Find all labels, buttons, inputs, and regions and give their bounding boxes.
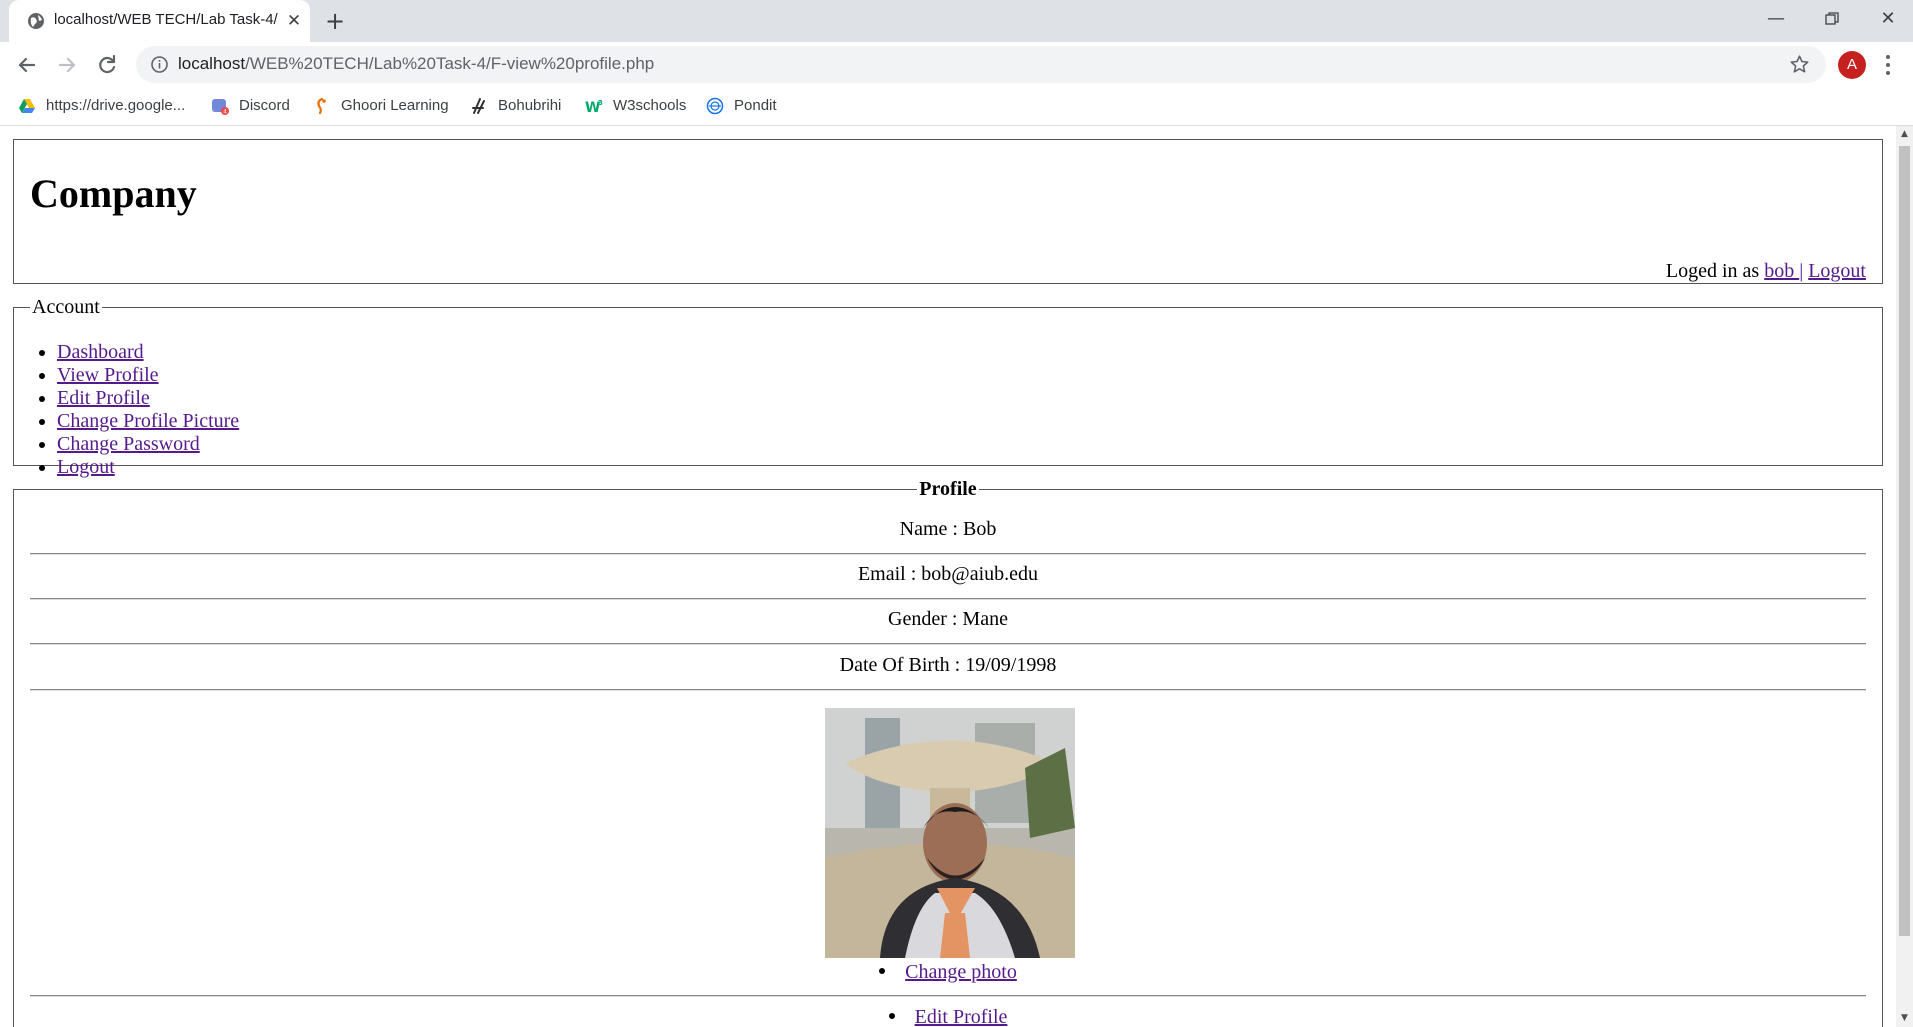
- info-icon[interactable]: [150, 55, 169, 74]
- forward-arrow-icon[interactable]: [53, 51, 81, 79]
- google-drive-icon: [19, 99, 35, 113]
- browser-tab[interactable]: localhost/WEB TECH/Lab Task-4/ ✕: [9, 0, 310, 42]
- discord-icon: 4: [212, 99, 229, 116]
- list-item: Logout: [57, 456, 239, 479]
- account-nav: Dashboard View Profile Edit Profile Chan…: [14, 341, 239, 479]
- divider: [30, 689, 1866, 691]
- list-item: Change Password: [57, 433, 239, 456]
- close-tab-icon[interactable]: ✕: [283, 10, 305, 32]
- change-photo-item: Change photo: [14, 961, 1882, 984]
- name-field: Name : Bob: [899, 518, 997, 540]
- profile-photo: [825, 708, 1075, 958]
- dashboard-link[interactable]: Dashboard: [57, 341, 144, 363]
- svg-text:3: 3: [598, 99, 603, 107]
- back-arrow-icon[interactable]: [13, 51, 41, 79]
- list-item: Change Profile Picture: [57, 410, 239, 433]
- list-item: View Profile: [57, 364, 239, 387]
- edit-profile-item: Edit Profile: [14, 1006, 1882, 1027]
- bookmark-bohubrihi[interactable]: Bohubrihi: [470, 94, 570, 118]
- list-item: Dashboard: [57, 341, 239, 364]
- profile-avatar[interactable]: A: [1838, 51, 1866, 79]
- ghoori-icon: [317, 97, 326, 115]
- email-field: Email : bob@aiub.edu: [857, 563, 1039, 585]
- bookmark-star-icon[interactable]: [1789, 54, 1810, 75]
- page-header: Company Loged in as bob | Logout: [13, 139, 1883, 284]
- scroll-thumb[interactable]: [1899, 146, 1910, 936]
- pondit-icon: [706, 97, 724, 115]
- gender-field: Gender : Mane: [888, 608, 1008, 630]
- bookmark-pondit[interactable]: Pondit: [706, 94, 786, 118]
- logged-in-label: Loged in as: [1665, 260, 1765, 282]
- list-item: Edit Profile: [57, 387, 239, 410]
- browser-toolbar: localhost/WEB%20TECH/Lab%20Task-4/F-view…: [0, 42, 1913, 88]
- profile-edit-link[interactable]: Edit Profile: [915, 1006, 1008, 1027]
- account-section: Account Dashboard View Profile Edit Prof…: [13, 296, 1883, 478]
- page-viewport: Company Loged in as bob | Logout Account…: [0, 126, 1896, 1027]
- close-window-icon[interactable]: ✕: [1860, 0, 1913, 38]
- dob-field: Date Of Birth : 19/09/1998: [839, 654, 1057, 676]
- scroll-up-arrow-icon[interactable]: ▲: [1896, 126, 1913, 143]
- new-tab-icon[interactable]: +: [321, 8, 349, 34]
- bullet: [879, 968, 886, 975]
- bookmark-google-drive[interactable]: https://drive.google...: [18, 94, 193, 118]
- username-link[interactable]: bob |: [1764, 260, 1803, 282]
- tab-title: localhost/WEB TECH/Lab Task-4/: [54, 11, 278, 28]
- globe-icon: [28, 13, 44, 29]
- header-logout-link[interactable]: Logout: [1808, 260, 1866, 282]
- divider: [30, 553, 1866, 555]
- view-profile-link[interactable]: View Profile: [57, 364, 159, 386]
- login-status: Loged in as bob | Logout: [1666, 260, 1866, 283]
- profile-section: Profile Name : Bob Email : bob@aiub.edu …: [13, 478, 1883, 1027]
- restore-icon[interactable]: [1804, 0, 1860, 38]
- minimize-icon[interactable]: —: [1748, 0, 1804, 38]
- kebab-menu-icon[interactable]: [1884, 53, 1892, 77]
- bookmark-ghoori-learning[interactable]: Ghoori Learning: [313, 94, 453, 118]
- account-legend: Account: [32, 296, 100, 318]
- bookmark-w3schools[interactable]: W 3 W3schools: [585, 94, 690, 118]
- company-title: Company: [30, 171, 197, 216]
- bohubrihi-icon: [472, 98, 485, 114]
- profile-legend: Profile: [919, 478, 977, 500]
- divider: [30, 643, 1866, 645]
- edit-profile-link[interactable]: Edit Profile: [57, 387, 150, 409]
- url-text: localhost/WEB%20TECH/Lab%20Task-4/F-view…: [178, 54, 655, 73]
- bookmarks-bar: https://drive.google... 4 Discord Ghoori…: [0, 88, 1913, 126]
- reload-icon[interactable]: [93, 51, 121, 79]
- divider: [30, 598, 1866, 600]
- change-password-link[interactable]: Change Password: [57, 433, 200, 455]
- bullet: [888, 1013, 895, 1020]
- change-profile-picture-link[interactable]: Change Profile Picture: [57, 410, 239, 432]
- nav-logout-link[interactable]: Logout: [57, 456, 115, 478]
- bookmark-discord[interactable]: 4 Discord: [211, 94, 291, 118]
- svg-text:4: 4: [223, 109, 227, 116]
- divider: [30, 995, 1866, 997]
- vertical-scrollbar[interactable]: ▲ ▼: [1896, 126, 1913, 1027]
- scroll-down-arrow-icon[interactable]: ▼: [1896, 1010, 1913, 1027]
- tab-strip: localhost/WEB TECH/Lab Task-4/ ✕ + — ✕: [0, 0, 1913, 42]
- address-bar[interactable]: localhost/WEB%20TECH/Lab%20Task-4/F-view…: [136, 46, 1826, 83]
- w3schools-icon: W 3: [585, 99, 603, 115]
- change-photo-link[interactable]: Change photo: [905, 961, 1017, 983]
